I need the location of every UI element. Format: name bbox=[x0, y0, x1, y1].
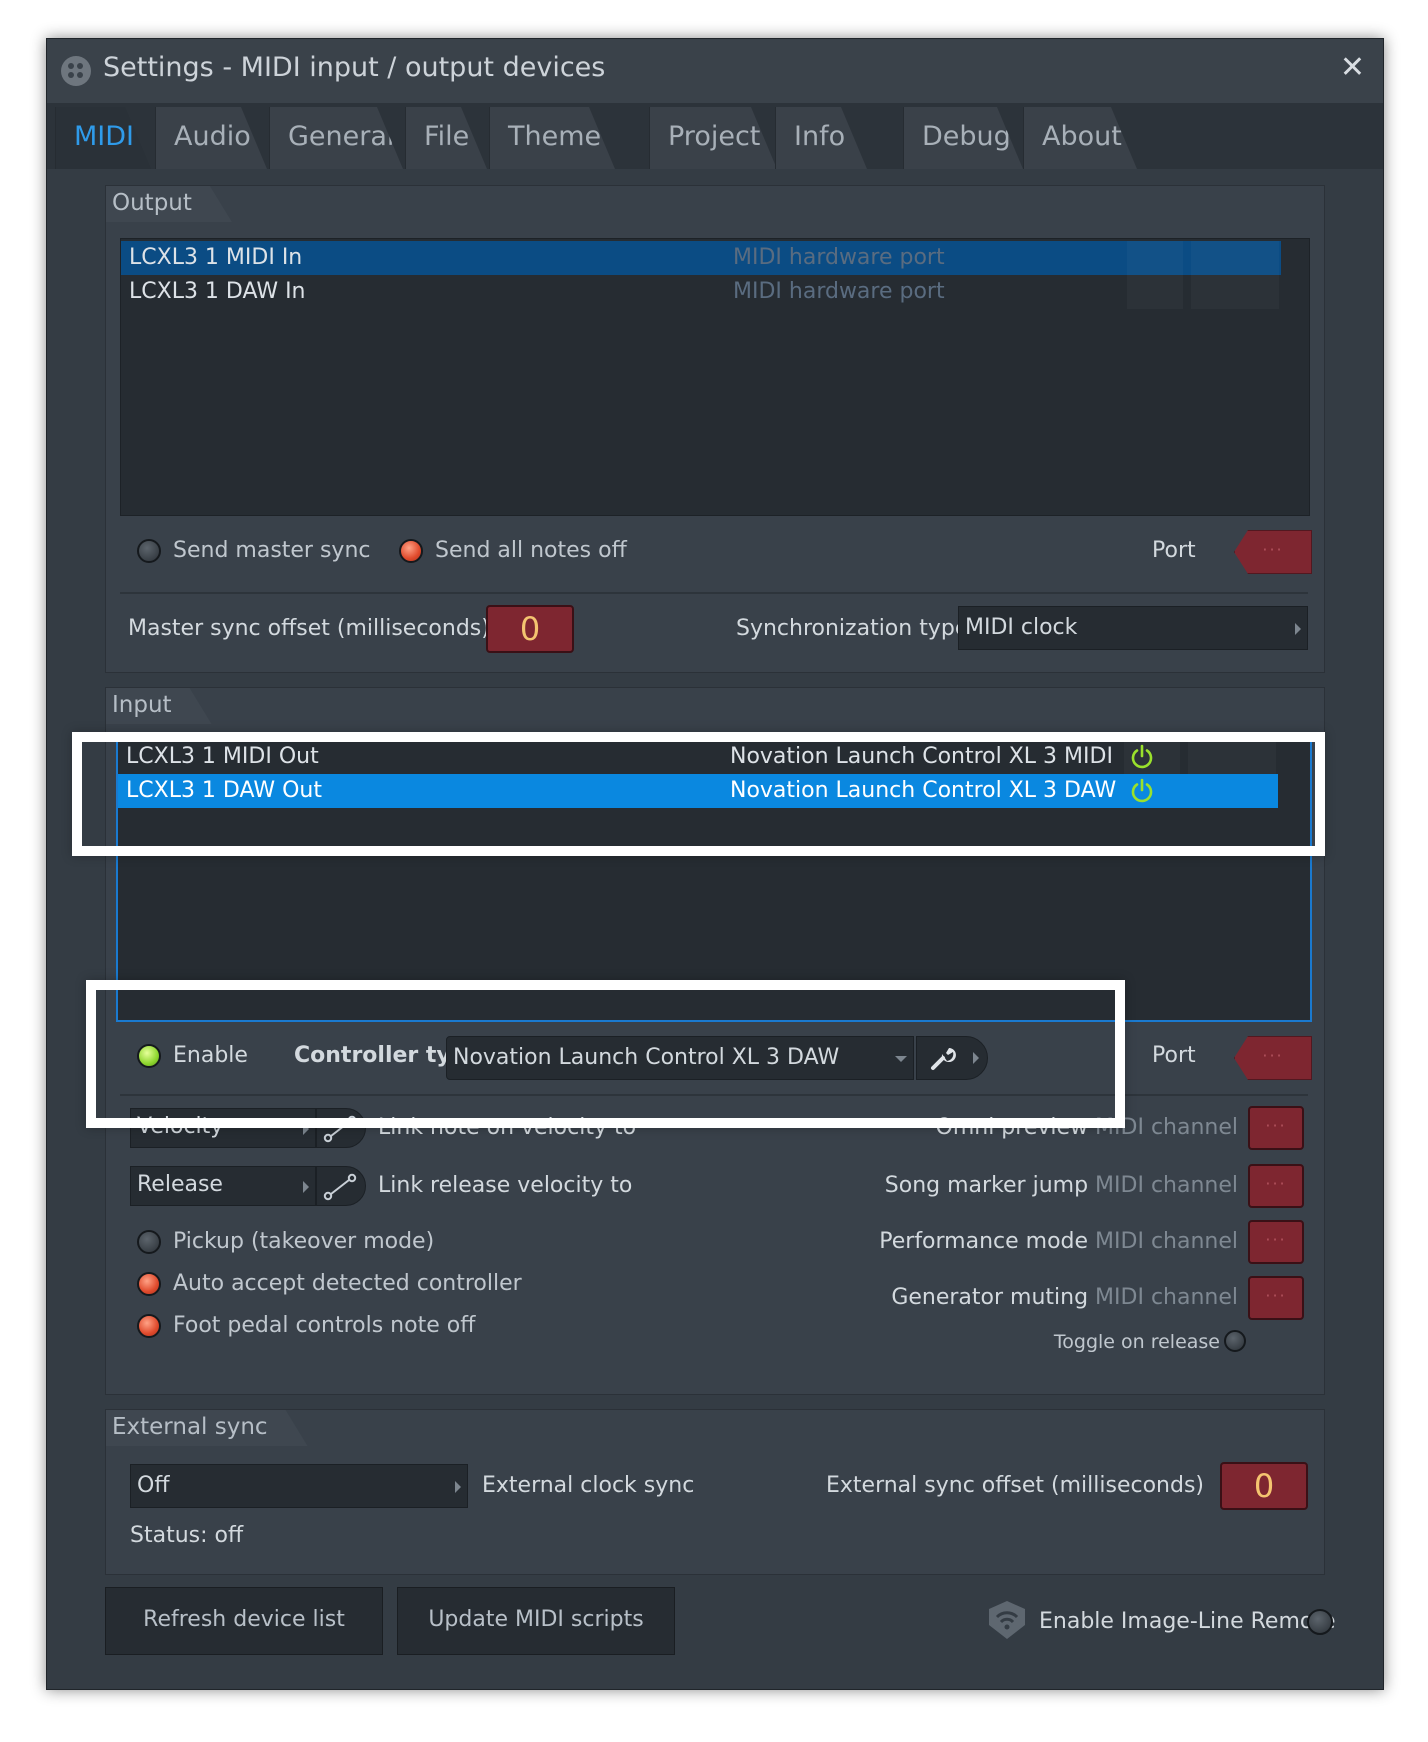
generator-muting-label: Generator muting MIDI channel bbox=[891, 1284, 1238, 1312]
send-all-notes-off-toggle[interactable] bbox=[399, 539, 423, 563]
device-name: LCXL3 1 MIDI In bbox=[129, 245, 303, 270]
highlight-box bbox=[72, 732, 1325, 856]
link-release-label: Link release velocity to bbox=[378, 1173, 633, 1198]
midi-channel-suffix: MIDI channel bbox=[1095, 1285, 1238, 1310]
external-clock-select[interactable]: Off bbox=[130, 1464, 468, 1508]
device-status-cell bbox=[1127, 275, 1183, 309]
link-release-button[interactable] bbox=[316, 1166, 366, 1206]
performance-mode-channel[interactable]: ··· bbox=[1248, 1220, 1304, 1264]
refresh-device-list-button[interactable]: Refresh device list bbox=[105, 1587, 383, 1655]
tab-project[interactable]: Project bbox=[649, 107, 777, 169]
input-section-label: Input bbox=[106, 688, 212, 724]
song-marker-label: Song marker jump MIDI channel bbox=[885, 1172, 1238, 1200]
pickup-toggle[interactable] bbox=[137, 1230, 161, 1254]
foot-pedal-label: Foot pedal controls note off bbox=[173, 1313, 476, 1338]
generator-muting-channel[interactable]: ··· bbox=[1248, 1276, 1304, 1320]
window-title: Settings - MIDI input / output devices bbox=[103, 52, 606, 83]
external-clock-value: Off bbox=[137, 1473, 170, 1498]
settings-window: Settings - MIDI input / output devices ✕… bbox=[46, 38, 1384, 1690]
master-sync-offset-label: Master sync offset (milliseconds) bbox=[128, 616, 490, 641]
tab-audio[interactable]: Audio bbox=[155, 107, 267, 169]
enable-remote-label: Enable Image-Line Remote bbox=[1039, 1609, 1336, 1634]
chevron-right-icon bbox=[303, 1181, 309, 1193]
external-clock-label: External clock sync bbox=[482, 1473, 695, 1498]
tab-about[interactable]: About bbox=[1023, 107, 1137, 169]
tab-info[interactable]: Info bbox=[775, 107, 867, 169]
send-master-sync-toggle[interactable] bbox=[137, 539, 161, 563]
foot-pedal-toggle[interactable] bbox=[137, 1314, 161, 1338]
highlight-box bbox=[86, 980, 1125, 1128]
output-port-label: Port bbox=[1152, 538, 1196, 563]
tab-file[interactable]: File bbox=[405, 107, 487, 169]
toggle-on-release-toggle[interactable] bbox=[1224, 1330, 1246, 1352]
fl-studio-logo-icon bbox=[61, 56, 91, 86]
external-sync-offset-label: External sync offset (milliseconds) bbox=[826, 1473, 1204, 1498]
midi-channel-suffix: MIDI channel bbox=[1095, 1173, 1238, 1198]
pickup-label: Pickup (takeover mode) bbox=[173, 1229, 435, 1254]
release-value: Release bbox=[137, 1172, 223, 1197]
remote-wifi-shield-icon bbox=[989, 1601, 1025, 1639]
sync-type-value: MIDI clock bbox=[965, 615, 1078, 640]
tab-debug[interactable]: Debug bbox=[903, 107, 1023, 169]
title-bar: Settings - MIDI input / output devices ✕ bbox=[47, 39, 1383, 103]
sync-type-label: Synchronization type bbox=[736, 616, 969, 641]
external-sync-status: Status: off bbox=[130, 1523, 244, 1548]
external-sync-section-label: External sync bbox=[106, 1410, 308, 1446]
device-status-cell bbox=[1127, 241, 1183, 275]
device-port-cell bbox=[1191, 275, 1279, 309]
master-sync-offset-input[interactable]: 0 bbox=[486, 605, 574, 653]
external-sync-offset-input[interactable]: 0 bbox=[1220, 1462, 1308, 1510]
tab-general[interactable]: General bbox=[269, 107, 403, 169]
midi-channel-suffix: MIDI channel bbox=[1095, 1229, 1238, 1254]
output-panel: Output LCXL3 1 MIDI In MIDI hardware por… bbox=[105, 185, 1325, 673]
generator-muting-text: Generator muting bbox=[891, 1285, 1089, 1310]
performance-mode-label: Performance mode MIDI channel bbox=[879, 1228, 1238, 1256]
output-port-selector[interactable]: ··· bbox=[1234, 530, 1312, 574]
auto-accept-toggle[interactable] bbox=[137, 1272, 161, 1296]
device-type: MIDI hardware port bbox=[733, 279, 945, 304]
divider bbox=[120, 592, 1308, 594]
toggle-on-release-label: Toggle on release bbox=[1053, 1331, 1220, 1353]
output-device-list[interactable]: LCXL3 1 MIDI In MIDI hardware port LCXL3… bbox=[120, 238, 1310, 516]
auto-accept-label: Auto accept detected controller bbox=[173, 1271, 522, 1296]
close-icon[interactable]: ✕ bbox=[1340, 51, 1365, 85]
device-type: MIDI hardware port bbox=[733, 245, 945, 270]
output-device-row[interactable]: LCXL3 1 DAW In MIDI hardware port bbox=[121, 275, 1281, 309]
performance-mode-text: Performance mode bbox=[879, 1229, 1089, 1254]
sync-type-select[interactable]: MIDI clock bbox=[958, 606, 1308, 650]
external-sync-panel: External sync Off External clock sync Ex… bbox=[105, 1409, 1325, 1575]
release-select[interactable]: Release bbox=[130, 1166, 316, 1206]
song-marker-text: Song marker jump bbox=[884, 1173, 1089, 1198]
device-port-cell bbox=[1191, 241, 1279, 275]
input-port-label: Port bbox=[1152, 1043, 1196, 1068]
input-port-selector[interactable]: ··· bbox=[1234, 1036, 1312, 1080]
omni-preview-channel[interactable]: ··· bbox=[1248, 1106, 1304, 1150]
send-master-sync-label: Send master sync bbox=[173, 538, 371, 563]
chevron-right-icon bbox=[1295, 623, 1301, 635]
tab-midi[interactable]: MIDI bbox=[55, 107, 151, 169]
tab-theme[interactable]: Theme bbox=[489, 107, 615, 169]
device-name: LCXL3 1 DAW In bbox=[129, 279, 306, 304]
enable-remote-toggle[interactable] bbox=[1307, 1609, 1333, 1635]
tab-bar: MIDI Audio General File Theme Project In… bbox=[47, 103, 1383, 169]
output-section-label: Output bbox=[106, 186, 232, 222]
link-curve-icon bbox=[323, 1173, 357, 1201]
update-midi-scripts-button[interactable]: Update MIDI scripts bbox=[397, 1587, 675, 1655]
chevron-right-icon bbox=[455, 1481, 461, 1493]
output-device-row[interactable]: LCXL3 1 MIDI In MIDI hardware port bbox=[121, 241, 1281, 275]
song-marker-channel[interactable]: ··· bbox=[1248, 1164, 1304, 1208]
send-all-notes-off-label: Send all notes off bbox=[435, 538, 627, 563]
